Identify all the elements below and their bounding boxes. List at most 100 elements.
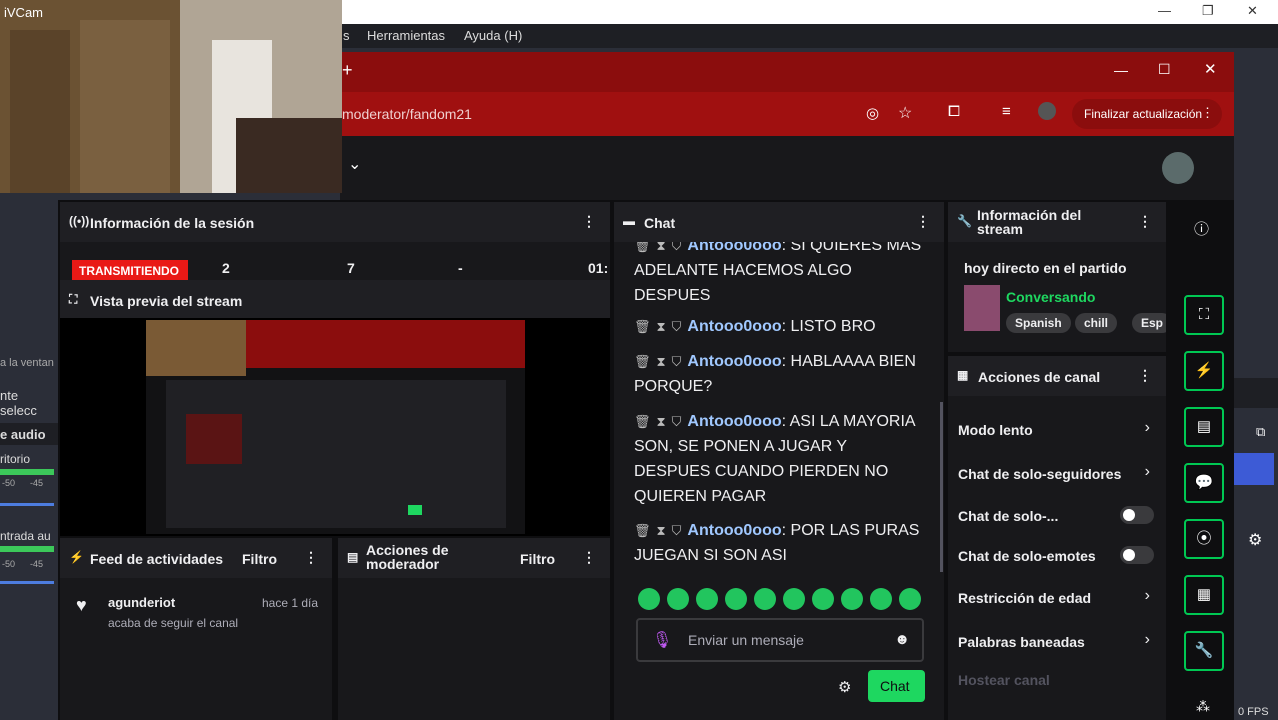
restore-icon[interactable]: ❐	[1202, 3, 1214, 19]
menu-item-tools-partial[interactable]: s	[343, 28, 350, 43]
extensions-icon[interactable]: ⧠	[948, 103, 960, 120]
emotes-only-toggle[interactable]	[1120, 546, 1154, 564]
more-icon[interactable]: ⁂	[1196, 698, 1210, 715]
shield-icon[interactable]: ⛉	[672, 319, 682, 334]
trash-icon[interactable]: 🗑	[634, 414, 651, 429]
emote-icon[interactable]	[841, 588, 863, 610]
channel-icon[interactable]: ▦	[1184, 575, 1224, 615]
stream-tag[interactable]: chill	[1075, 313, 1118, 333]
kebab-icon[interactable]: ⋮	[582, 549, 596, 566]
kebab-icon[interactable]: ⋮	[582, 213, 596, 230]
chat-icon[interactable]: 💬	[1184, 463, 1224, 503]
chat-username[interactable]: Antooo0ooo	[687, 353, 781, 370]
emote-icon[interactable]	[754, 588, 776, 610]
chat-input[interactable]: 🎙 Enviar un mensaje ☻	[636, 618, 924, 662]
avatar[interactable]	[1162, 152, 1194, 184]
trash-icon[interactable]: 🗑	[634, 354, 651, 369]
trash-icon[interactable]: 🗑	[634, 523, 651, 538]
timeout-icon[interactable]: ⧗	[657, 319, 666, 334]
eye-off-icon[interactable]: ◎	[866, 104, 879, 122]
info-icon[interactable]: ⓘ	[1194, 218, 1209, 239]
profile-avatar[interactable]	[1038, 102, 1056, 120]
emote-icon[interactable]	[870, 588, 892, 610]
panel-title: Acciones de canal	[978, 369, 1101, 385]
chevron-right-icon[interactable]: ›	[1145, 631, 1150, 649]
volume-slider[interactable]	[0, 503, 54, 506]
close-icon[interactable]: ✕	[1204, 60, 1217, 78]
live-badge: TRANSMITIENDO	[72, 260, 188, 280]
chat-username[interactable]: Antooo0ooo	[687, 522, 781, 539]
chat-username[interactable]: Antooo0ooo	[687, 413, 781, 430]
meter-tick: -50	[2, 478, 16, 488]
gear-icon[interactable]: ⚙	[1248, 530, 1262, 550]
chat-send-button[interactable]: Chat	[868, 670, 925, 702]
shield-icon[interactable]: ⛉	[672, 414, 682, 429]
maximize-icon[interactable]: ☐	[1158, 61, 1171, 78]
emote-icon[interactable]	[696, 588, 718, 610]
timeout-icon[interactable]: ⧗	[657, 414, 666, 429]
obs-dock-icon[interactable]: ⧉	[1256, 424, 1265, 440]
emote-icon[interactable]	[638, 588, 660, 610]
category-link[interactable]: Conversando	[1006, 289, 1095, 305]
chevron-right-icon[interactable]: ›	[1145, 587, 1150, 605]
kebab-icon[interactable]: ⋮	[916, 213, 930, 230]
kebab-icon[interactable]: ⋮	[1138, 367, 1152, 384]
shield-icon[interactable]: ⛉	[672, 354, 682, 369]
timeout-icon[interactable]: ⧗	[657, 523, 666, 538]
panel-header: ⛶ Vista previa del stream	[60, 280, 610, 318]
category-box-art[interactable]	[964, 285, 1000, 331]
chat-scrollbar[interactable]	[940, 402, 943, 572]
preview-dock-icon[interactable]: ⛶	[1184, 295, 1224, 335]
chevron-right-icon[interactable]: ›	[1145, 419, 1150, 437]
filter-button[interactable]: Filtro	[242, 551, 277, 567]
url-field[interactable]: moderator/fandom21	[342, 106, 472, 122]
subs-only-toggle[interactable]	[1120, 506, 1154, 524]
obs-selected-item[interactable]	[1234, 453, 1274, 485]
bolt-icon[interactable]: ⚡	[1184, 351, 1224, 391]
shield-icon[interactable]: ⛉	[672, 242, 682, 253]
action-age-restriction[interactable]: Restricción de edad	[958, 590, 1158, 606]
webcam-overlay[interactable]: iVCam	[0, 0, 342, 193]
emote-icon[interactable]	[783, 588, 805, 610]
action-slow-mode[interactable]: Modo lento	[958, 422, 1158, 438]
chat-username[interactable]: Antooo0ooo	[687, 242, 781, 254]
action-banned-words[interactable]: Palabras baneadas	[958, 634, 1158, 650]
wrench-icon[interactable]: 🔧	[1184, 631, 1224, 671]
timeout-icon[interactable]: ⧗	[657, 354, 666, 369]
emote-icon[interactable]	[725, 588, 747, 610]
action-followers-only[interactable]: Chat de solo-seguidores	[958, 466, 1158, 482]
kebab-icon[interactable]: ⋮	[304, 549, 318, 566]
emote-icon[interactable]	[899, 588, 921, 610]
stream-tag[interactable]: Esp	[1132, 313, 1166, 333]
stream-tag[interactable]: Spanish	[1006, 313, 1071, 333]
chat-username[interactable]: Antooo0ooo	[687, 318, 781, 335]
chevron-right-icon[interactable]: ›	[1145, 463, 1150, 481]
emote-icon[interactable]	[812, 588, 834, 610]
emote-icon[interactable]	[667, 588, 689, 610]
volume-slider[interactable]	[0, 581, 54, 584]
shield-icon[interactable]: ⛉	[672, 523, 682, 538]
microphone-icon[interactable]: 🎙	[652, 630, 672, 650]
menu-item-help[interactable]: Ayuda (H)	[464, 28, 522, 43]
document-icon[interactable]: ▤	[1184, 407, 1224, 447]
preview-video[interactable]	[146, 320, 525, 534]
menu-item-tools[interactable]: Herramientas	[367, 28, 445, 43]
minimize-icon[interactable]: —	[1158, 3, 1171, 18]
star-icon[interactable]: ☆	[898, 103, 912, 123]
trash-icon[interactable]: 🗑	[634, 242, 651, 253]
filter-button[interactable]: Filtro	[520, 551, 555, 567]
timeout-icon[interactable]: ⧗	[657, 242, 666, 253]
chevron-down-icon[interactable]: ⌄	[348, 154, 361, 174]
minimize-icon[interactable]: —	[1114, 62, 1128, 78]
broadcast-icon[interactable]: ⦿	[1184, 519, 1224, 559]
kebab-icon[interactable]: ⋮	[1201, 105, 1214, 121]
feed-user[interactable]: agunderiot	[108, 595, 175, 610]
media-icon[interactable]: ≡	[1002, 103, 1011, 120]
emote-picker-icon[interactable]: ☻	[894, 631, 910, 648]
new-tab-button[interactable]: +	[342, 60, 353, 81]
gear-icon[interactable]: ⚙	[838, 678, 851, 696]
update-button[interactable]: Finalizar actualización ⋮	[1072, 99, 1222, 129]
trash-icon[interactable]: 🗑	[634, 319, 651, 334]
kebab-icon[interactable]: ⋮	[1138, 213, 1152, 230]
close-icon[interactable]: ✕	[1247, 3, 1258, 19]
